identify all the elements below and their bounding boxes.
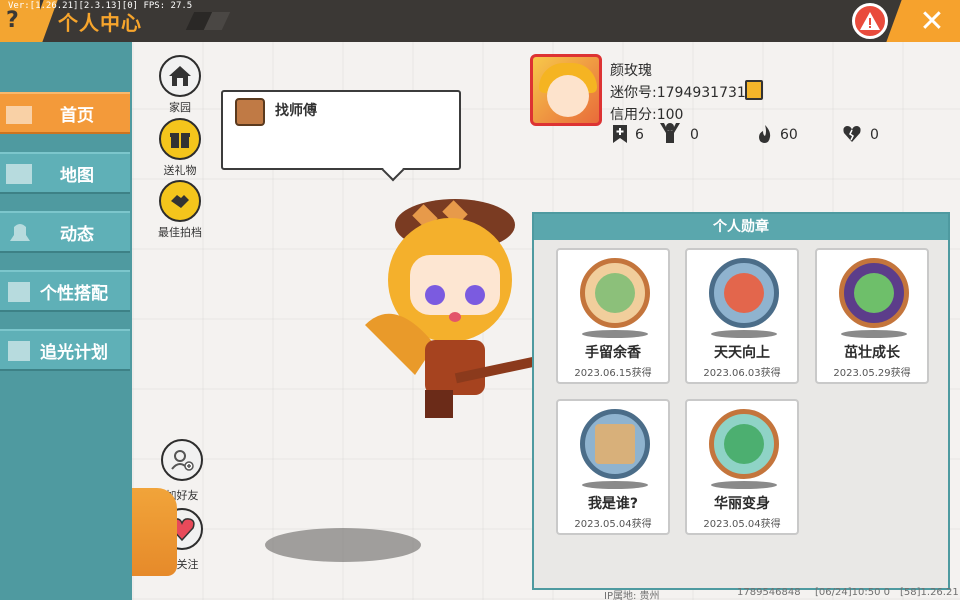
medal-name: 我是谁? bbox=[587, 496, 639, 512]
home-label: 家园 bbox=[169, 101, 191, 114]
medal-date: 2023.06.03获得 bbox=[703, 368, 781, 379]
medal-transform-icon bbox=[709, 409, 779, 479]
sidebar-item-label: 个性搭配 bbox=[40, 283, 108, 304]
send-gift-label: 送礼物 bbox=[163, 164, 197, 177]
medal-card[interactable]: 手留余香 2023.06.15获得 bbox=[556, 248, 670, 384]
sidebar-item-label: 首页 bbox=[60, 105, 94, 126]
close-icon: ✕ bbox=[919, 3, 945, 39]
warning-icon bbox=[860, 12, 880, 30]
medal-shadow bbox=[711, 330, 777, 338]
avatar-face bbox=[547, 75, 589, 117]
bell-icon bbox=[10, 224, 30, 241]
medal-progress-icon bbox=[709, 258, 779, 328]
sidebar-item-chase-light[interactable]: 追光计划 bbox=[0, 329, 130, 371]
sidebar: 首页 地图 动态 个性搭配 追光计划 bbox=[0, 42, 132, 600]
stat-value: 0 bbox=[690, 127, 699, 143]
report-button[interactable] bbox=[852, 3, 888, 39]
mentor-icon bbox=[235, 98, 265, 126]
sidebar-item-feed[interactable]: 动态 bbox=[0, 211, 130, 253]
sidebar-item-label: 动态 bbox=[60, 224, 94, 245]
stat-value: 0 bbox=[870, 127, 879, 143]
house-icon bbox=[169, 66, 191, 86]
medal-name: 手留余香 bbox=[585, 345, 641, 361]
pet-character-image bbox=[132, 488, 177, 576]
version-fps-text: Ver:[1.26.21][2.3.13][0] FPS: 27.5 bbox=[8, 1, 193, 11]
plus-bookmark-icon bbox=[613, 125, 627, 143]
medal-card[interactable]: 华丽变身 2023.05.04获得 bbox=[685, 399, 799, 535]
cheer-icon bbox=[660, 123, 680, 143]
find-mentor-bubble[interactable]: 找师傅 bbox=[221, 90, 461, 170]
medal-card[interactable]: 茁壮成长 2023.05.29获得 bbox=[815, 248, 929, 384]
medal-date: 2023.05.29获得 bbox=[833, 368, 911, 379]
medal-card[interactable]: 天天向上 2023.06.03获得 bbox=[685, 248, 799, 384]
medal-card[interactable]: 我是谁? 2023.05.04获得 bbox=[556, 399, 670, 535]
plan-icon bbox=[8, 341, 30, 361]
sidebar-item-label: 地图 bbox=[60, 165, 94, 186]
medal-date: 2023.05.04获得 bbox=[703, 519, 781, 530]
medal-date: 2023.06.15获得 bbox=[574, 368, 652, 379]
mini-id: 迷你号:1794931731 bbox=[610, 85, 746, 101]
medal-name: 茁壮成长 bbox=[844, 345, 900, 361]
add-friend-button[interactable] bbox=[161, 439, 203, 481]
best-partner-button[interactable] bbox=[159, 180, 201, 222]
broken-heart-icon bbox=[843, 126, 861, 142]
medal-growth-icon bbox=[839, 258, 909, 328]
sidebar-item-label: 追光计划 bbox=[40, 342, 108, 363]
medal-shadow bbox=[582, 481, 648, 489]
find-mentor-text: 找师傅 bbox=[275, 103, 317, 119]
medal-name: 华丽变身 bbox=[714, 496, 770, 512]
user-uid: 1789546848 bbox=[737, 587, 801, 598]
medal-shadow bbox=[582, 330, 648, 338]
gift-icon bbox=[170, 133, 190, 148]
best-partner-label: 最佳拍档 bbox=[158, 226, 202, 239]
stat-value: 6 bbox=[635, 127, 644, 143]
medal-fragrance-icon bbox=[580, 258, 650, 328]
medals-panel: 个人勋章 手留余香 2023.06.15获得 天天向上 2023.06.03获得… bbox=[532, 212, 950, 590]
character-shadow bbox=[265, 528, 421, 562]
handshake-icon bbox=[171, 195, 189, 208]
home-tab-icon bbox=[6, 106, 32, 124]
server-time: [06/24]10:50 0 bbox=[815, 587, 890, 598]
medal-shadow bbox=[841, 330, 907, 338]
medal-who-am-i-icon bbox=[580, 409, 650, 479]
home-button[interactable] bbox=[159, 55, 201, 97]
close-button[interactable]: ✕ bbox=[904, 0, 960, 42]
player-avatar-character bbox=[365, 199, 545, 418]
add-friend-icon bbox=[171, 450, 194, 471]
help-icon[interactable]: ? bbox=[6, 8, 19, 33]
medal-date: 2023.05.04获得 bbox=[574, 519, 652, 530]
build-info: [58]1.26.21 bbox=[900, 587, 959, 598]
medal-name: 天天向上 bbox=[714, 345, 770, 361]
sidebar-item-map[interactable]: 地图 bbox=[0, 152, 130, 194]
send-gift-button[interactable] bbox=[159, 118, 201, 160]
flame-icon bbox=[759, 125, 771, 143]
ip-location: IP属地: 贵州 bbox=[604, 591, 660, 600]
player-name: 颜玫瑰 bbox=[610, 63, 652, 79]
medals-title: 个人勋章 bbox=[534, 214, 948, 240]
sidebar-item-outfit[interactable]: 个性搭配 bbox=[0, 270, 130, 312]
copy-icon[interactable] bbox=[745, 80, 763, 100]
page-title: 个人中心 bbox=[58, 11, 142, 35]
map-icon bbox=[6, 164, 32, 184]
medal-shadow bbox=[711, 481, 777, 489]
profile-avatar[interactable] bbox=[530, 54, 602, 126]
stat-value: 60 bbox=[780, 127, 798, 143]
sidebar-item-home[interactable]: 首页 bbox=[0, 92, 130, 134]
outfit-icon bbox=[8, 282, 30, 302]
